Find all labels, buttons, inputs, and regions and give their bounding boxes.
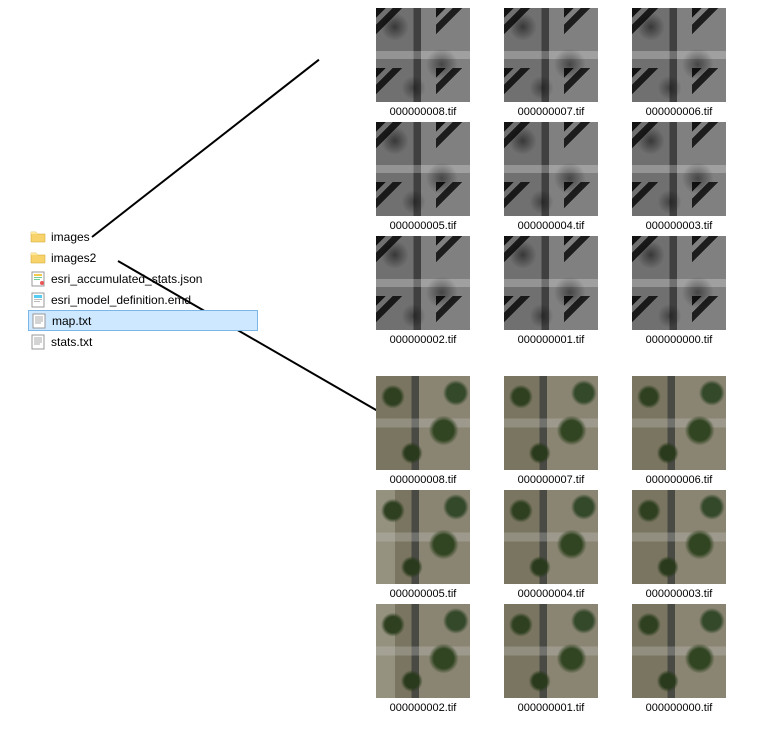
thumbnail-label: 000000007.tif <box>518 474 585 486</box>
file-label: map.txt <box>52 314 91 328</box>
tif-thumbnail <box>632 490 726 584</box>
tif-thumbnail <box>632 604 726 698</box>
thumbnail-item[interactable]: 000000007.tif <box>493 8 609 118</box>
file-label: esri_accumulated_stats.json <box>51 272 202 286</box>
tif-thumbnail <box>632 8 726 102</box>
txt-file-icon <box>31 313 47 329</box>
thumbnail-grid-images2: 000000008.tif 000000007.tif 000000006.ti… <box>365 376 737 714</box>
thumbnail-item[interactable]: 000000006.tif <box>621 376 737 486</box>
thumbnail-item[interactable]: 000000005.tif <box>365 490 481 600</box>
thumbnail-item[interactable]: 000000003.tif <box>621 490 737 600</box>
thumbnail-item[interactable]: 000000008.tif <box>365 8 481 118</box>
file-list: images images2 esri_accumulated_stats.js… <box>28 226 258 352</box>
thumbnail-label: 000000002.tif <box>390 334 457 346</box>
thumbnail-label: 000000003.tif <box>646 588 713 600</box>
thumbnail-item[interactable]: 000000000.tif <box>621 236 737 346</box>
tif-thumbnail <box>504 236 598 330</box>
thumbnail-item[interactable]: 000000007.tif <box>493 376 609 486</box>
tif-thumbnail <box>504 604 598 698</box>
tif-thumbnail <box>504 376 598 470</box>
thumbnail-item[interactable]: 000000002.tif <box>365 604 481 714</box>
folder-icon <box>30 229 46 245</box>
file-esri-model-emd[interactable]: esri_model_definition.emd <box>28 289 258 310</box>
thumbnail-item[interactable]: 000000002.tif <box>365 236 481 346</box>
txt-file-icon <box>30 334 46 350</box>
thumbnail-grid-images: 000000008.tif 000000007.tif 000000006.ti… <box>365 8 737 346</box>
thumbnail-item[interactable]: 000000004.tif <box>493 490 609 600</box>
file-label: stats.txt <box>51 335 92 349</box>
thumbnail-label: 000000000.tif <box>646 702 713 714</box>
thumbnail-label: 000000005.tif <box>390 220 457 232</box>
tif-thumbnail <box>504 490 598 584</box>
tif-thumbnail <box>504 8 598 102</box>
thumbnail-item[interactable]: 000000000.tif <box>621 604 737 714</box>
thumbnail-label: 000000006.tif <box>646 106 713 118</box>
tif-thumbnail <box>376 122 470 216</box>
folder-icon <box>30 250 46 266</box>
thumbnail-item[interactable]: 000000001.tif <box>493 604 609 714</box>
file-label: images <box>51 230 90 244</box>
tif-thumbnail <box>376 236 470 330</box>
folder-images[interactable]: images <box>28 226 258 247</box>
thumbnail-label: 000000001.tif <box>518 702 585 714</box>
file-esri-stats-json[interactable]: esri_accumulated_stats.json <box>28 268 258 289</box>
thumbnail-label: 000000004.tif <box>518 588 585 600</box>
tif-thumbnail <box>376 8 470 102</box>
tif-thumbnail <box>504 122 598 216</box>
thumbnail-item[interactable]: 000000006.tif <box>621 8 737 118</box>
thumbnail-item[interactable]: 000000001.tif <box>493 236 609 346</box>
thumbnail-label: 000000002.tif <box>390 702 457 714</box>
thumbnail-item[interactable]: 000000008.tif <box>365 376 481 486</box>
tif-thumbnail <box>632 122 726 216</box>
file-stats-txt[interactable]: stats.txt <box>28 331 258 352</box>
thumbnail-item[interactable]: 000000004.tif <box>493 122 609 232</box>
thumbnail-label: 000000001.tif <box>518 334 585 346</box>
tif-thumbnail <box>376 490 470 584</box>
file-label: images2 <box>51 251 96 265</box>
tif-thumbnail <box>632 236 726 330</box>
thumbnail-item[interactable]: 000000005.tif <box>365 122 481 232</box>
thumbnail-label: 000000005.tif <box>390 588 457 600</box>
thumbnail-label: 000000008.tif <box>390 106 457 118</box>
thumbnail-label: 000000004.tif <box>518 220 585 232</box>
tif-thumbnail <box>376 604 470 698</box>
thumbnail-label: 000000006.tif <box>646 474 713 486</box>
tif-thumbnail <box>376 376 470 470</box>
json-file-icon <box>30 271 46 287</box>
thumbnail-label: 000000000.tif <box>646 334 713 346</box>
thumbnail-label: 000000008.tif <box>390 474 457 486</box>
file-label: esri_model_definition.emd <box>51 293 191 307</box>
tif-thumbnail <box>632 376 726 470</box>
thumbnail-label: 000000007.tif <box>518 106 585 118</box>
thumbnail-item[interactable]: 000000003.tif <box>621 122 737 232</box>
file-map-txt[interactable]: map.txt <box>28 310 258 331</box>
emd-file-icon <box>30 292 46 308</box>
connector-line-top <box>91 59 319 238</box>
thumbnail-label: 000000003.tif <box>646 220 713 232</box>
folder-images2[interactable]: images2 <box>28 247 258 268</box>
